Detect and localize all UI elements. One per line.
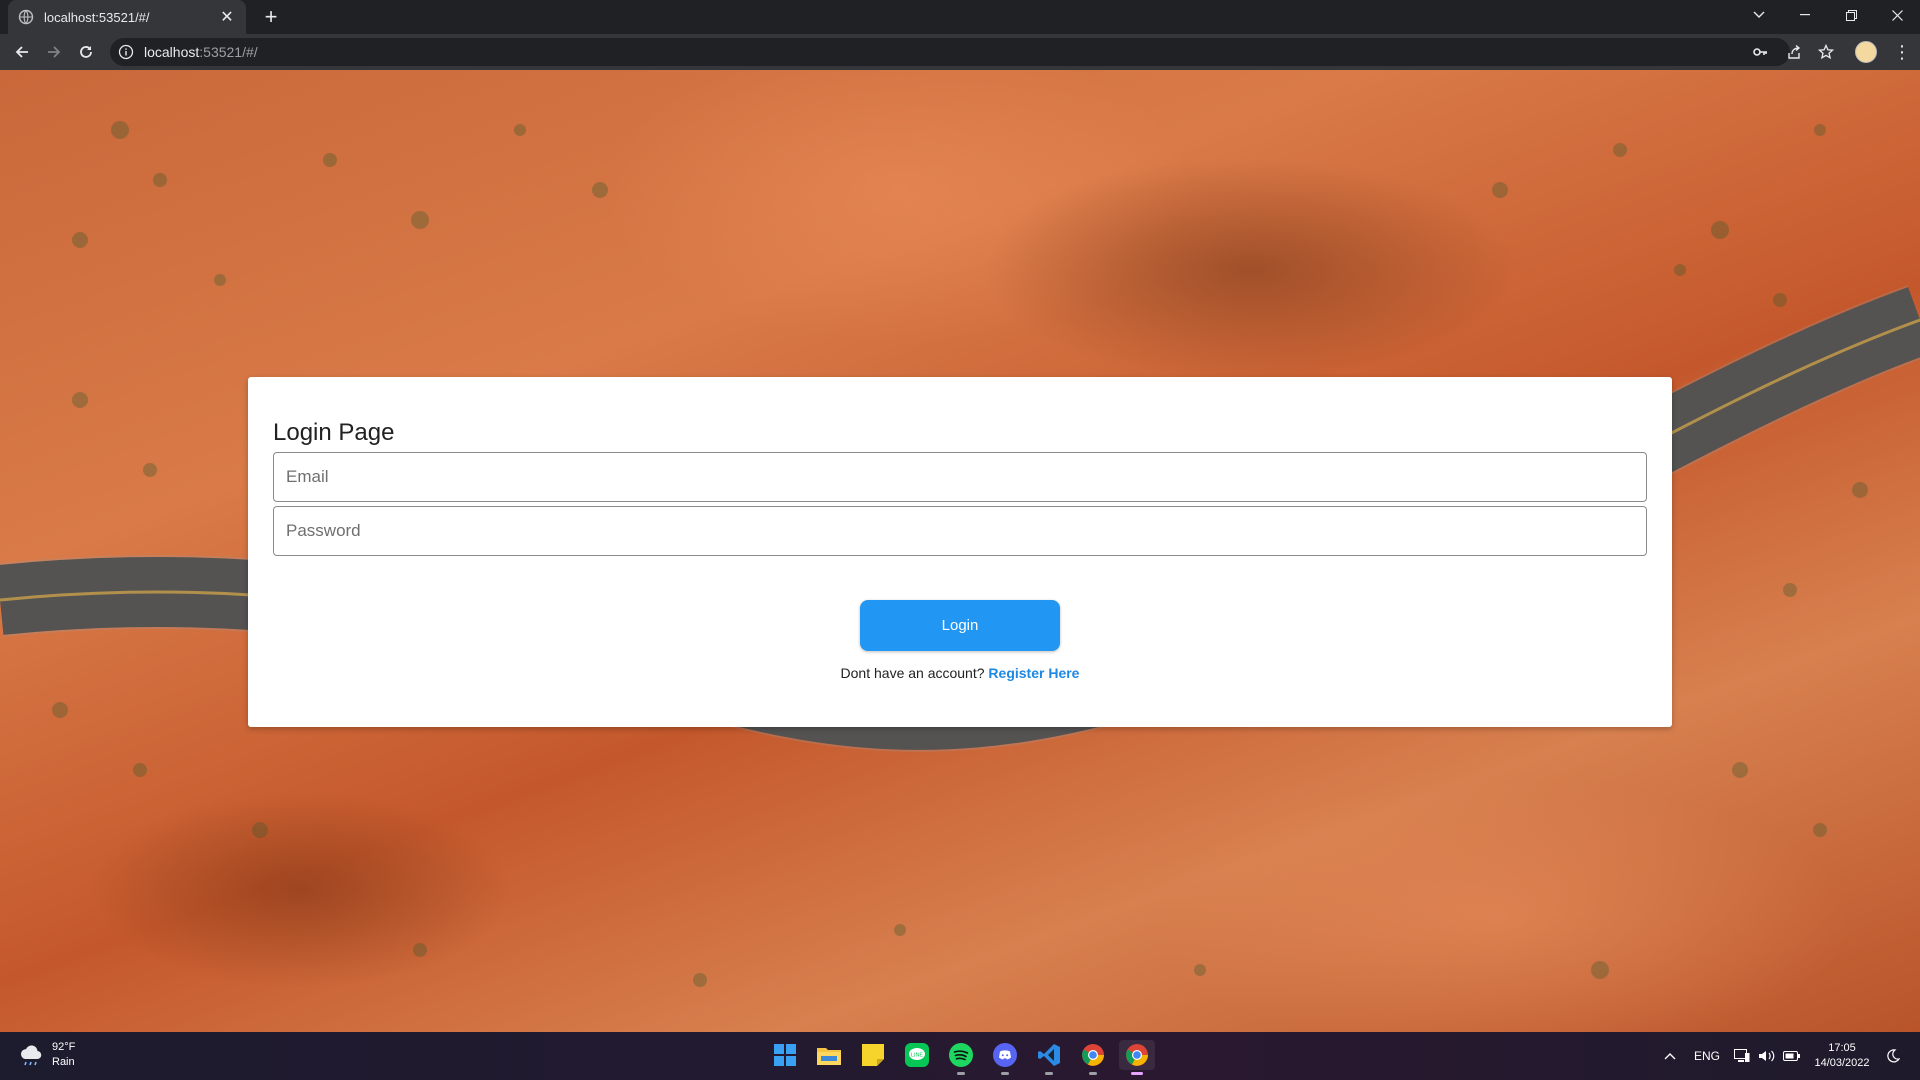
- spotify-icon[interactable]: [946, 1040, 976, 1075]
- weather-widget[interactable]: 92°F Rain: [18, 1040, 75, 1070]
- address-bar[interactable]: localhost:53521/#/: [110, 38, 1790, 66]
- line-icon[interactable]: LINE: [902, 1040, 932, 1070]
- new-tab-button[interactable]: +: [258, 4, 284, 30]
- running-indicator: [1045, 1072, 1053, 1075]
- login-button[interactable]: Login: [860, 600, 1060, 651]
- browser-toolbar: localhost:53521/#/ ⋮: [0, 34, 1920, 70]
- page-title: Login Page: [273, 419, 395, 446]
- system-clock[interactable]: 17:05 14/03/2022: [1810, 1041, 1874, 1071]
- start-icon[interactable]: [770, 1040, 800, 1070]
- page-viewport: Login Page Login Dont have an account? R…: [0, 70, 1920, 1032]
- minimize-icon[interactable]: [1782, 0, 1828, 30]
- running-indicator: [1001, 1072, 1009, 1075]
- discord-icon[interactable]: [990, 1040, 1020, 1075]
- profile-avatar[interactable]: [1855, 41, 1877, 63]
- restore-icon[interactable]: [1828, 0, 1874, 30]
- volume-icon[interactable]: [1758, 1032, 1776, 1080]
- share-icon[interactable]: [1782, 40, 1806, 64]
- weather-temp: 92°F: [52, 1041, 76, 1053]
- login-card: Login Page Login Dont have an account? R…: [248, 377, 1672, 727]
- bookmark-star-icon[interactable]: [1814, 40, 1838, 64]
- reload-icon[interactable]: [74, 40, 98, 64]
- file-explorer-icon[interactable]: [814, 1040, 844, 1070]
- show-hidden-icons[interactable]: [1664, 1032, 1676, 1080]
- tab-search-icon[interactable]: [1736, 0, 1782, 30]
- register-link[interactable]: Register Here: [988, 665, 1079, 681]
- browser-tab[interactable]: localhost:53521/#/ ✕: [8, 0, 246, 34]
- clock-date: 14/03/2022: [1814, 1057, 1870, 1069]
- register-line: Dont have an account? Register Here: [248, 665, 1672, 681]
- vscode-icon[interactable]: [1034, 1040, 1064, 1075]
- browser-menu-icon[interactable]: ⋮: [1892, 40, 1912, 64]
- password-field[interactable]: [273, 506, 1647, 556]
- password-key-icon[interactable]: [1748, 40, 1772, 64]
- notifications-icon[interactable]: [1886, 1032, 1900, 1080]
- running-indicator: [1089, 1072, 1097, 1075]
- svg-text:LINE: LINE: [911, 1053, 924, 1059]
- forward-icon[interactable]: [42, 40, 66, 64]
- url-path: :53521/#/: [199, 44, 258, 60]
- browser-tabstrip: localhost:53521/#/ ✕ +: [0, 0, 1920, 34]
- tab-close-icon[interactable]: ✕: [218, 7, 236, 27]
- clock-time: 17:05: [1828, 1042, 1856, 1054]
- globe-icon: [18, 9, 34, 25]
- language-indicator[interactable]: ENG: [1694, 1032, 1720, 1080]
- chrome-active-icon[interactable]: [1119, 1040, 1155, 1075]
- running-indicator: [957, 1072, 965, 1075]
- battery-icon[interactable]: [1783, 1032, 1801, 1080]
- weather-desc: Rain: [52, 1056, 75, 1068]
- tab-title: localhost:53521/#/: [44, 9, 150, 25]
- register-prompt: Dont have an account?: [840, 665, 985, 681]
- url-host: localhost: [144, 44, 200, 60]
- url-text: localhost:53521/#/: [144, 44, 258, 60]
- site-info-icon[interactable]: [118, 44, 134, 60]
- chrome-icon[interactable]: [1078, 1040, 1108, 1075]
- close-window-icon[interactable]: [1874, 0, 1920, 30]
- active-indicator: [1131, 1072, 1143, 1075]
- sticky-notes-icon[interactable]: [858, 1040, 888, 1070]
- windows-taskbar: 92°F Rain LINE ENG 17:05 14/03/2022: [0, 1032, 1920, 1080]
- rain-cloud-icon: [18, 1042, 44, 1068]
- network-icon[interactable]: [1734, 1032, 1750, 1080]
- back-icon[interactable]: [10, 40, 34, 64]
- email-field[interactable]: [273, 452, 1647, 502]
